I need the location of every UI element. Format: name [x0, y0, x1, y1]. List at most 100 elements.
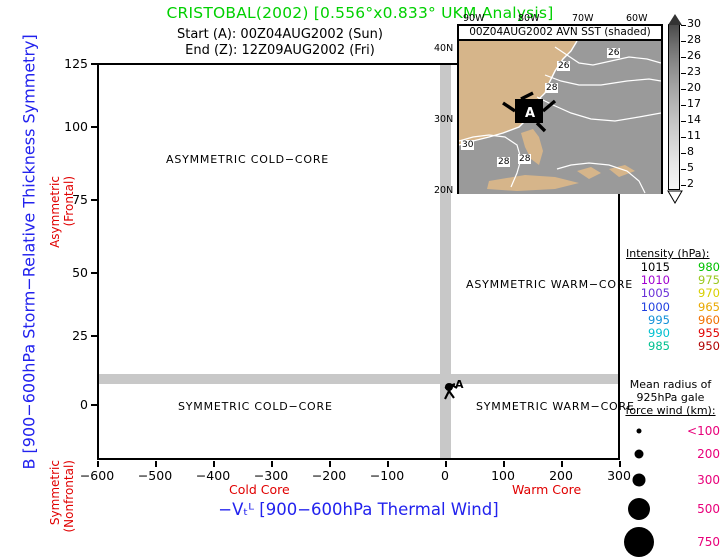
- colorbar-bottom-arrow: [667, 190, 683, 204]
- page-title: CRISTOBAL(2002) [0.556°x0.833° UKM Analy…: [166, 4, 554, 22]
- intensity-value: 965: [698, 299, 720, 314]
- y-annot-asymmetric: Asymmetric: [48, 176, 62, 248]
- intensity-legend-row: 1005 970: [626, 287, 720, 300]
- intensity-legend: Intensity (hPa): 1015 980 1010 975 1005 …: [626, 247, 720, 353]
- x-annot-warm-core: Warm Core: [512, 482, 582, 497]
- x-tick: [97, 461, 99, 467]
- y-tick: [91, 335, 97, 337]
- colorbar-label: 20: [687, 81, 701, 94]
- radius-value: <100: [687, 424, 720, 438]
- map-contour-label: 26: [607, 48, 621, 58]
- x-tick: [155, 461, 157, 467]
- map-lon-label: 90W: [463, 13, 485, 24]
- track-point-marker-a[interactable]: A: [441, 378, 467, 402]
- y-annot-nonfrontal: (Nonfrontal): [62, 460, 76, 533]
- x-axis-title: −Vₜᴸ [900−600hPa Thermal Wind]: [218, 500, 499, 519]
- radius-value: 750: [697, 535, 720, 549]
- x-tick-label: −500: [137, 468, 173, 483]
- map-lon-label: 70W: [572, 13, 594, 24]
- sst-map-inset[interactable]: 00Z04AUG2002 AVN SST (shaded) A 26 26 28…: [457, 24, 663, 194]
- quadrant-label-asymmetric-cold-core: ASYMMETRIC COLD−CORE: [166, 153, 330, 166]
- y-tick-label: 0: [80, 397, 88, 412]
- map-lat-label: 20N: [434, 185, 454, 196]
- quadrant-label-symmetric-warm-core: SYMMETRIC WARM−CORE: [476, 400, 635, 413]
- map-lon-label: 60W: [626, 13, 648, 24]
- colorbar-label: 8: [687, 145, 694, 158]
- intensity-value: 985: [648, 339, 670, 354]
- intensity-value: 1005: [640, 286, 670, 301]
- map-contour-label: 28: [497, 157, 511, 167]
- b-threshold-reference-line: [99, 374, 618, 384]
- radius-legend-row: 300: [621, 467, 720, 494]
- colorbar-tick: [681, 41, 686, 42]
- colorbar-label: 14: [687, 113, 701, 126]
- y-tick-label: 100: [64, 119, 88, 134]
- radius-dot: [634, 449, 644, 459]
- x-tick: [213, 461, 215, 467]
- radius-dot: [636, 428, 642, 434]
- track-point-label-a: A: [455, 378, 464, 391]
- radius-legend-line2: 925hPa gale: [636, 391, 705, 404]
- y-tick-label: 25: [72, 328, 88, 343]
- x-tick-label: −600: [79, 468, 115, 483]
- x-tick-label: 200: [549, 468, 573, 483]
- radius-dot: [624, 527, 654, 557]
- intensity-value: 1000: [640, 299, 670, 314]
- map-contour-label: 28: [545, 83, 559, 93]
- x-tick: [561, 461, 563, 467]
- colorbar-label: 17: [687, 97, 701, 110]
- intensity-legend-row: 985 950: [626, 340, 720, 353]
- x-tick: [271, 461, 273, 467]
- colorbar-label: 11: [687, 129, 701, 142]
- map-lat-label: 40N: [434, 43, 454, 54]
- radius-dot: [632, 473, 646, 487]
- x-tick-label: −400: [195, 468, 231, 483]
- y-axis-title: B [900−600hPa Storm−Relative Thickness S…: [19, 34, 39, 470]
- colorbar-label: 23: [687, 65, 701, 78]
- x-tick: [329, 461, 331, 467]
- svg-text:A: A: [525, 106, 535, 121]
- radius-legend-line3: force wind (km):: [625, 404, 716, 417]
- y-tick-label: 50: [72, 265, 88, 280]
- map-header-label: 00Z04AUG2002 AVN SST (shaded): [459, 26, 661, 41]
- y-tick: [91, 199, 97, 201]
- y-tick: [91, 404, 97, 406]
- colorbar-label: 28: [687, 33, 701, 46]
- x-tick-label: −300: [253, 468, 289, 483]
- y-tick: [91, 63, 97, 65]
- y-tick: [91, 272, 97, 274]
- colorbar-tick: [681, 25, 686, 26]
- y-tick-label: 125: [64, 56, 88, 71]
- colorbar-tick: [681, 89, 686, 90]
- colorbar-tick: [681, 153, 686, 154]
- radius-value: 300: [697, 473, 720, 487]
- radius-legend-line1: Mean radius of: [629, 378, 712, 391]
- y-annot-symmetric: Symmetric: [48, 460, 62, 526]
- quadrant-label-symmetric-cold-core: SYMMETRIC COLD−CORE: [178, 400, 333, 413]
- radius-value: 500: [697, 502, 720, 516]
- colorbar-label: 30: [687, 17, 701, 30]
- colorbar-tick: [681, 57, 686, 58]
- radius-legend-row: <100: [621, 420, 720, 442]
- colorbar-tick: [681, 73, 686, 74]
- intensity-legend-row: 1000 965: [626, 299, 720, 314]
- radius-legend: Mean radius of 925hPa gale force wind (k…: [621, 378, 720, 559]
- x-tick-label: −200: [311, 468, 347, 483]
- radius-legend-row: 500: [621, 494, 720, 525]
- x-tick-label: −100: [369, 468, 405, 483]
- radius-legend-row: 200: [621, 442, 720, 467]
- radius-value: 200: [697, 447, 720, 461]
- x-annot-cold-core: Cold Core: [229, 482, 290, 497]
- quadrant-label-asymmetric-warm-core: ASYMMETRIC WARM−CORE: [466, 278, 634, 291]
- sst-colorbar: [668, 24, 680, 190]
- map-lon-label: 80W: [518, 13, 540, 24]
- colorbar-tick: [681, 105, 686, 106]
- y-annot-frontal: (Frontal): [62, 176, 76, 227]
- map-contour-label: 30: [461, 140, 475, 150]
- colorbar-tick: [681, 169, 686, 170]
- y-tick: [91, 126, 97, 128]
- x-tick-label: 0: [441, 468, 449, 483]
- x-tick: [445, 461, 447, 467]
- x-tick: [387, 461, 389, 467]
- radius-dot: [628, 498, 650, 520]
